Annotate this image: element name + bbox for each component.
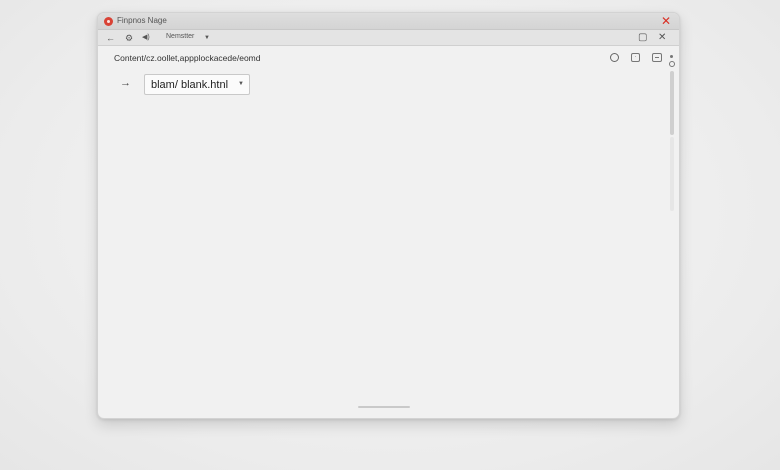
square-dot-icon[interactable]: · bbox=[631, 53, 640, 62]
scrollbar-thumb[interactable] bbox=[670, 71, 674, 135]
home-indicator[interactable] bbox=[358, 406, 410, 408]
file-select-dropdown[interactable]: blam/ blank.htnl ▼ bbox=[144, 74, 250, 95]
title-bar: Finpnos Nage ✕ bbox=[98, 13, 679, 30]
scroll-ring-icon bbox=[669, 61, 675, 67]
circle-icon[interactable] bbox=[610, 53, 619, 62]
browser-window: Finpnos Nage ✕ ← ⚙ ◀) Nemstter ▼ ▢ ✕ Con… bbox=[97, 12, 680, 419]
scroll-dot-icon bbox=[670, 55, 673, 58]
address-path[interactable]: Content/cz.oollet,appplockacede/eomd bbox=[114, 53, 260, 63]
speaker-icon[interactable]: ◀) bbox=[142, 31, 150, 45]
menu-lines-icon[interactable] bbox=[652, 53, 662, 62]
navigation-bar: ← ⚙ ◀) Nemstter ▼ ▢ ✕ bbox=[98, 30, 679, 46]
chevron-down-icon: ▼ bbox=[238, 81, 244, 87]
scrollbar-track-lower bbox=[670, 137, 674, 211]
window-title: Finpnos Nage bbox=[117, 16, 167, 25]
settings-icon[interactable]: ⚙ bbox=[125, 31, 133, 45]
chevron-down-icon[interactable]: ▼ bbox=[204, 32, 210, 44]
back-arrow-icon[interactable]: ← bbox=[106, 31, 115, 45]
app-logo-icon bbox=[104, 17, 113, 26]
window-close-button[interactable]: ✕ bbox=[661, 13, 671, 29]
desktop-background: Finpnos Nage ✕ ← ⚙ ◀) Nemstter ▼ ▢ ✕ Con… bbox=[0, 0, 780, 470]
close-tab-icon[interactable]: ✕ bbox=[658, 31, 666, 45]
select-value: blam/ blank.htnl bbox=[151, 79, 229, 91]
vertical-scrollbar[interactable] bbox=[669, 53, 675, 213]
go-arrow-icon[interactable]: → bbox=[120, 77, 131, 89]
nav-dropdown-label[interactable]: Nemstter bbox=[166, 33, 194, 40]
restore-window-icon[interactable]: ▢ bbox=[638, 31, 647, 45]
